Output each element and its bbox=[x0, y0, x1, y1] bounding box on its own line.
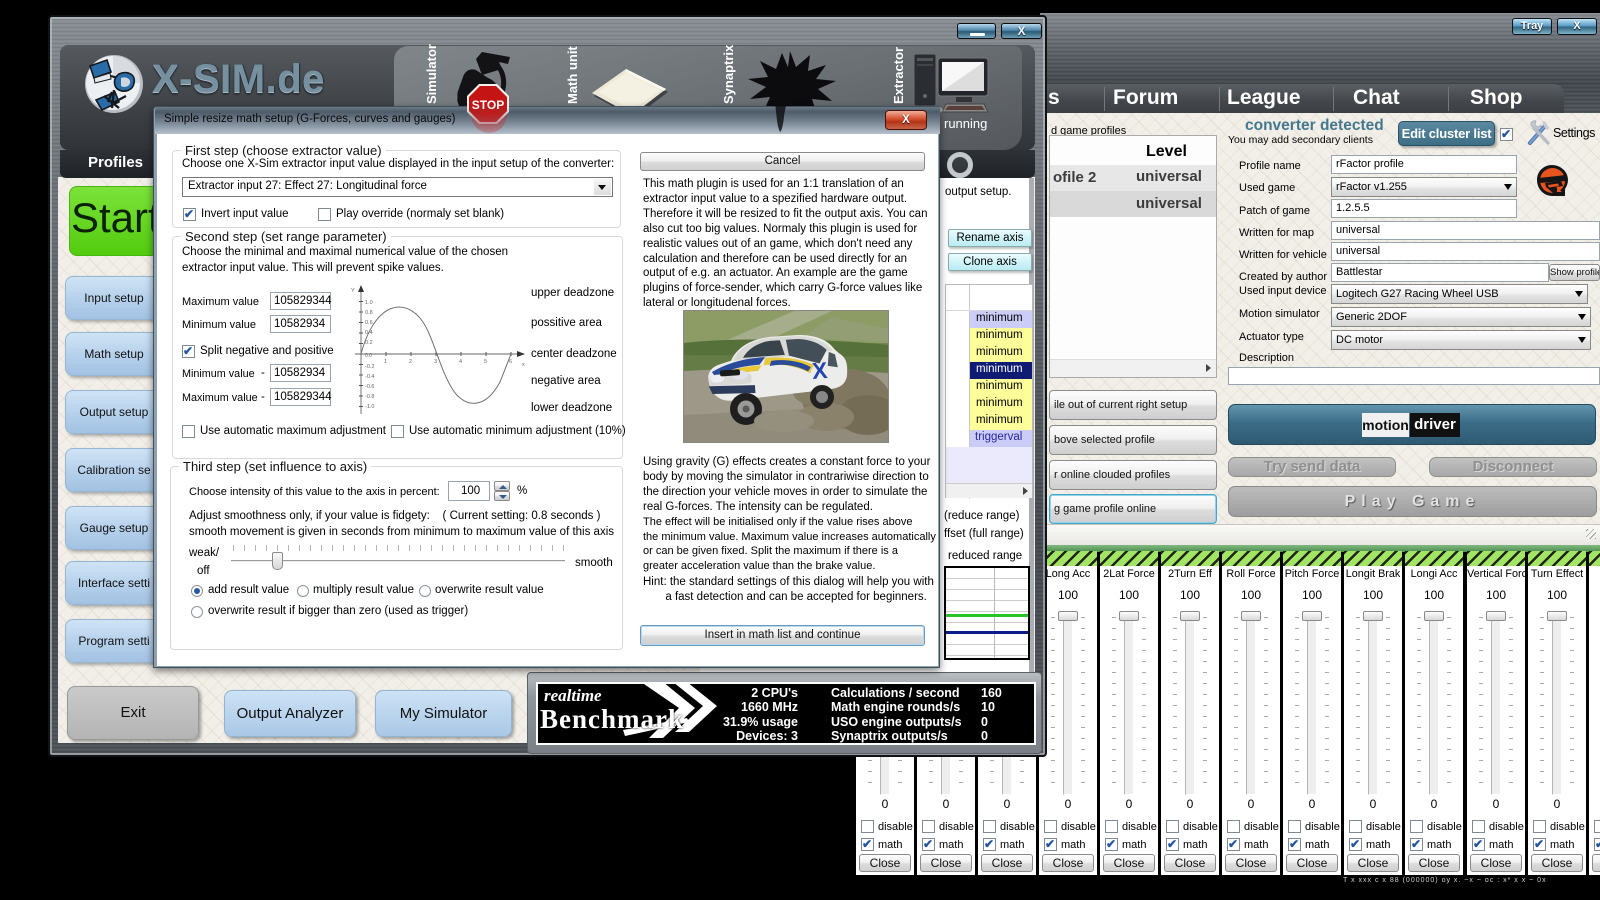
svg-text:1: 1 bbox=[384, 359, 387, 365]
svg-text:Y: Y bbox=[351, 288, 355, 294]
svg-text:-0.6: -0.6 bbox=[365, 384, 374, 390]
svg-text:-1.0: -1.0 bbox=[365, 404, 374, 410]
svg-text:-0.8: -0.8 bbox=[365, 394, 374, 400]
svg-text:0.2: 0.2 bbox=[365, 340, 373, 346]
svg-text:2: 2 bbox=[409, 359, 412, 365]
svg-text:4: 4 bbox=[459, 359, 462, 365]
svg-text:0.0: 0.0 bbox=[365, 353, 372, 359]
svg-text:0.8: 0.8 bbox=[365, 310, 373, 316]
svg-text:0.6: 0.6 bbox=[365, 320, 373, 326]
svg-text:6: 6 bbox=[509, 359, 512, 365]
svg-text:5: 5 bbox=[484, 359, 487, 365]
svg-text:STOP: STOP bbox=[472, 98, 504, 112]
svg-text:1.0: 1.0 bbox=[365, 300, 373, 306]
svg-text:3: 3 bbox=[434, 359, 437, 365]
svg-text:x: x bbox=[522, 362, 525, 368]
svg-text:-0.2: -0.2 bbox=[365, 364, 374, 370]
svg-text:-0.4: -0.4 bbox=[365, 374, 374, 380]
svg-text:X: X bbox=[811, 357, 829, 384]
